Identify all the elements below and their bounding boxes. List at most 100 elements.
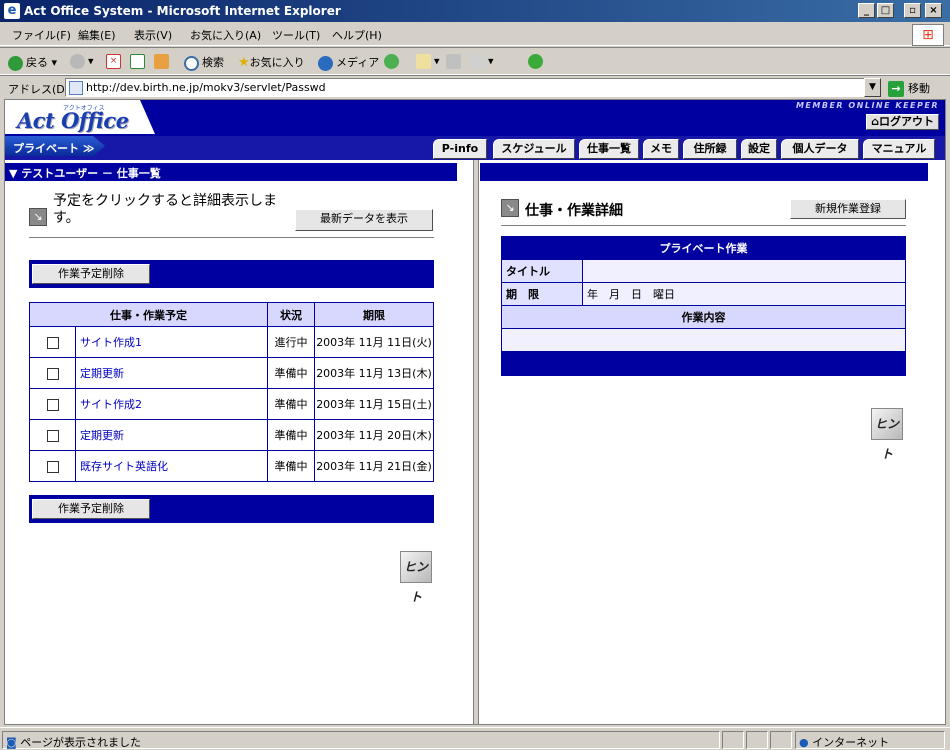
status-pane — [770, 731, 792, 749]
hint-icon[interactable]: ヒント — [871, 408, 903, 461]
messenger-icon — [528, 54, 543, 69]
home-icon: ⌂ — [871, 115, 879, 128]
task-status: 準備中 — [266, 388, 315, 420]
tab-schedule[interactable]: スケジュール — [493, 139, 575, 159]
media-icon — [318, 55, 333, 71]
home-button[interactable] — [154, 54, 172, 69]
task-link[interactable]: 既存サイト英語化 — [80, 460, 168, 473]
tab-p-info[interactable]: P-info — [433, 139, 487, 159]
page-done-icon: ◙ — [6, 736, 17, 749]
task-status: 準備中 — [266, 357, 315, 389]
address-bar: アドレス(D) http://dev.birth.ne.jp/mokv3/ser… — [0, 75, 950, 99]
task-status: 進行中 — [266, 326, 315, 358]
arrow-icon: ↘ — [501, 199, 519, 217]
history-button[interactable] — [384, 54, 402, 69]
print-button[interactable] — [446, 54, 464, 69]
row-checkbox[interactable] — [46, 336, 59, 349]
row-checkbox[interactable] — [46, 367, 59, 380]
task-table: 仕事・作業予定 状況 期限 サイト作成1 進行中 2003年 11月 11日(火… — [29, 302, 435, 482]
minimize-button[interactable]: _ — [858, 3, 875, 18]
menu-view[interactable]: 表示(V) — [134, 27, 172, 43]
tab-memo[interactable]: メモ — [643, 139, 679, 159]
delete-schedule-button-bottom[interactable]: 作業予定削除 — [32, 499, 150, 519]
table-row: サイト作成2 準備中 2003年 11月 15日(土) — [29, 388, 435, 420]
task-status: 準備中 — [266, 450, 315, 482]
content-label: 作業内容 — [501, 305, 906, 329]
zone-indicator: ● インターネット — [795, 731, 945, 749]
hint-icon[interactable]: ヒント — [400, 551, 432, 604]
table-row: 既存サイト英語化 準備中 2003年 11月 21日(金) — [29, 450, 435, 482]
maximize-button[interactable]: □ — [877, 3, 894, 18]
due-label: 期 限 — [501, 282, 583, 306]
refresh-icon — [130, 54, 145, 69]
task-table-header: 仕事・作業予定 状況 期限 — [29, 302, 435, 327]
messenger-button[interactable] — [528, 54, 546, 69]
history-icon — [384, 54, 399, 69]
arrow-icon: ↘ — [29, 208, 47, 226]
address-input[interactable]: http://dev.birth.ne.jp/mokv3/servlet/Pas… — [65, 78, 865, 97]
row-checkbox[interactable] — [46, 460, 59, 473]
logout-button[interactable]: ⌂ログアウト — [866, 114, 939, 130]
menu-help[interactable]: ヘルプ(H) — [332, 27, 382, 43]
go-button[interactable]: → 移動 — [888, 80, 930, 97]
refresh-button[interactable] — [130, 54, 148, 69]
tab-settings[interactable]: 設定 — [741, 139, 777, 159]
mail-button[interactable]: ▾ — [416, 54, 440, 69]
favorites-button[interactable]: ★お気に入り — [238, 54, 305, 70]
task-link[interactable]: サイト作成1 — [80, 336, 142, 349]
task-link[interactable]: 定期更新 — [80, 429, 124, 442]
ie-icon: e — [4, 3, 20, 19]
forward-button[interactable]: ▾ — [70, 54, 94, 69]
page-icon — [69, 81, 83, 95]
window-title: Act Office System - Microsoft Internet E… — [24, 4, 341, 18]
home-icon — [154, 54, 169, 69]
menu-edit[interactable]: 編集(E) — [78, 27, 116, 43]
due-value: 年 月 日 曜日 — [582, 282, 906, 306]
address-dropdown-button[interactable]: ▼ — [864, 78, 881, 97]
close-button[interactable]: × — [925, 3, 942, 18]
refresh-data-button[interactable]: 最新データを表示 — [295, 209, 433, 231]
stop-icon: × — [106, 54, 121, 69]
task-due: 2003年 11月 20日(木) — [313, 419, 435, 451]
back-arrow-icon — [8, 55, 23, 71]
task-link[interactable]: 定期更新 — [80, 367, 124, 380]
header-status: 状況 — [266, 302, 315, 327]
address-label: アドレス(D) — [8, 83, 70, 96]
restore-button[interactable]: ▫ — [904, 3, 921, 18]
task-link[interactable]: サイト作成2 — [80, 398, 142, 411]
row-checkbox[interactable] — [46, 429, 59, 442]
search-icon — [184, 55, 199, 71]
row-checkbox[interactable] — [46, 398, 59, 411]
menu-favorites[interactable]: お気に入り(A) — [190, 27, 261, 43]
detail-table: プライベート作業 タイトル 期 限 年 月 日 曜日 作業内容 — [501, 236, 906, 376]
tab-task-list[interactable]: 仕事一覧 — [579, 139, 639, 159]
edit-button[interactable]: ▾ — [470, 54, 494, 69]
globe-icon: ● — [799, 736, 809, 749]
menu-tools[interactable]: ツール(T) — [272, 27, 320, 43]
actoffice-logo: アクトオフィス Act Office — [5, 100, 155, 134]
stop-button[interactable]: × — [106, 54, 124, 69]
table-row: サイト作成1 進行中 2003年 11月 11日(火) — [29, 326, 435, 358]
task-due: 2003年 11月 15日(土) — [313, 388, 435, 420]
status-pane — [722, 731, 744, 749]
divider-line — [501, 225, 906, 227]
media-button[interactable]: メディア — [318, 54, 379, 71]
divider-line — [29, 237, 434, 239]
frame-divider[interactable] — [473, 160, 479, 724]
detail-table-footer — [501, 351, 906, 376]
new-task-button[interactable]: 新規作業登録 — [790, 199, 906, 219]
task-status: 準備中 — [266, 419, 315, 451]
delete-schedule-button-top[interactable]: 作業予定削除 — [32, 264, 150, 284]
tab-personal-data[interactable]: 個人データ — [781, 139, 859, 159]
menu-file[interactable]: ファイル(F) — [12, 27, 71, 43]
back-button[interactable]: 戻る ▾ — [8, 54, 57, 71]
tab-address-book[interactable]: 住所録 — [683, 139, 737, 159]
status-text: ◙ ページが表示されました — [2, 731, 720, 749]
tab-manual[interactable]: マニュアル — [863, 139, 935, 159]
search-button[interactable]: 検索 — [184, 54, 224, 71]
detail-table-title: プライベート作業 — [501, 236, 906, 260]
content-value — [501, 328, 906, 352]
instruction-text: 予定をクリックすると詳細表示します。 — [53, 193, 277, 226]
star-icon: ★ — [238, 55, 250, 70]
task-due: 2003年 11月 21日(金) — [313, 450, 435, 482]
